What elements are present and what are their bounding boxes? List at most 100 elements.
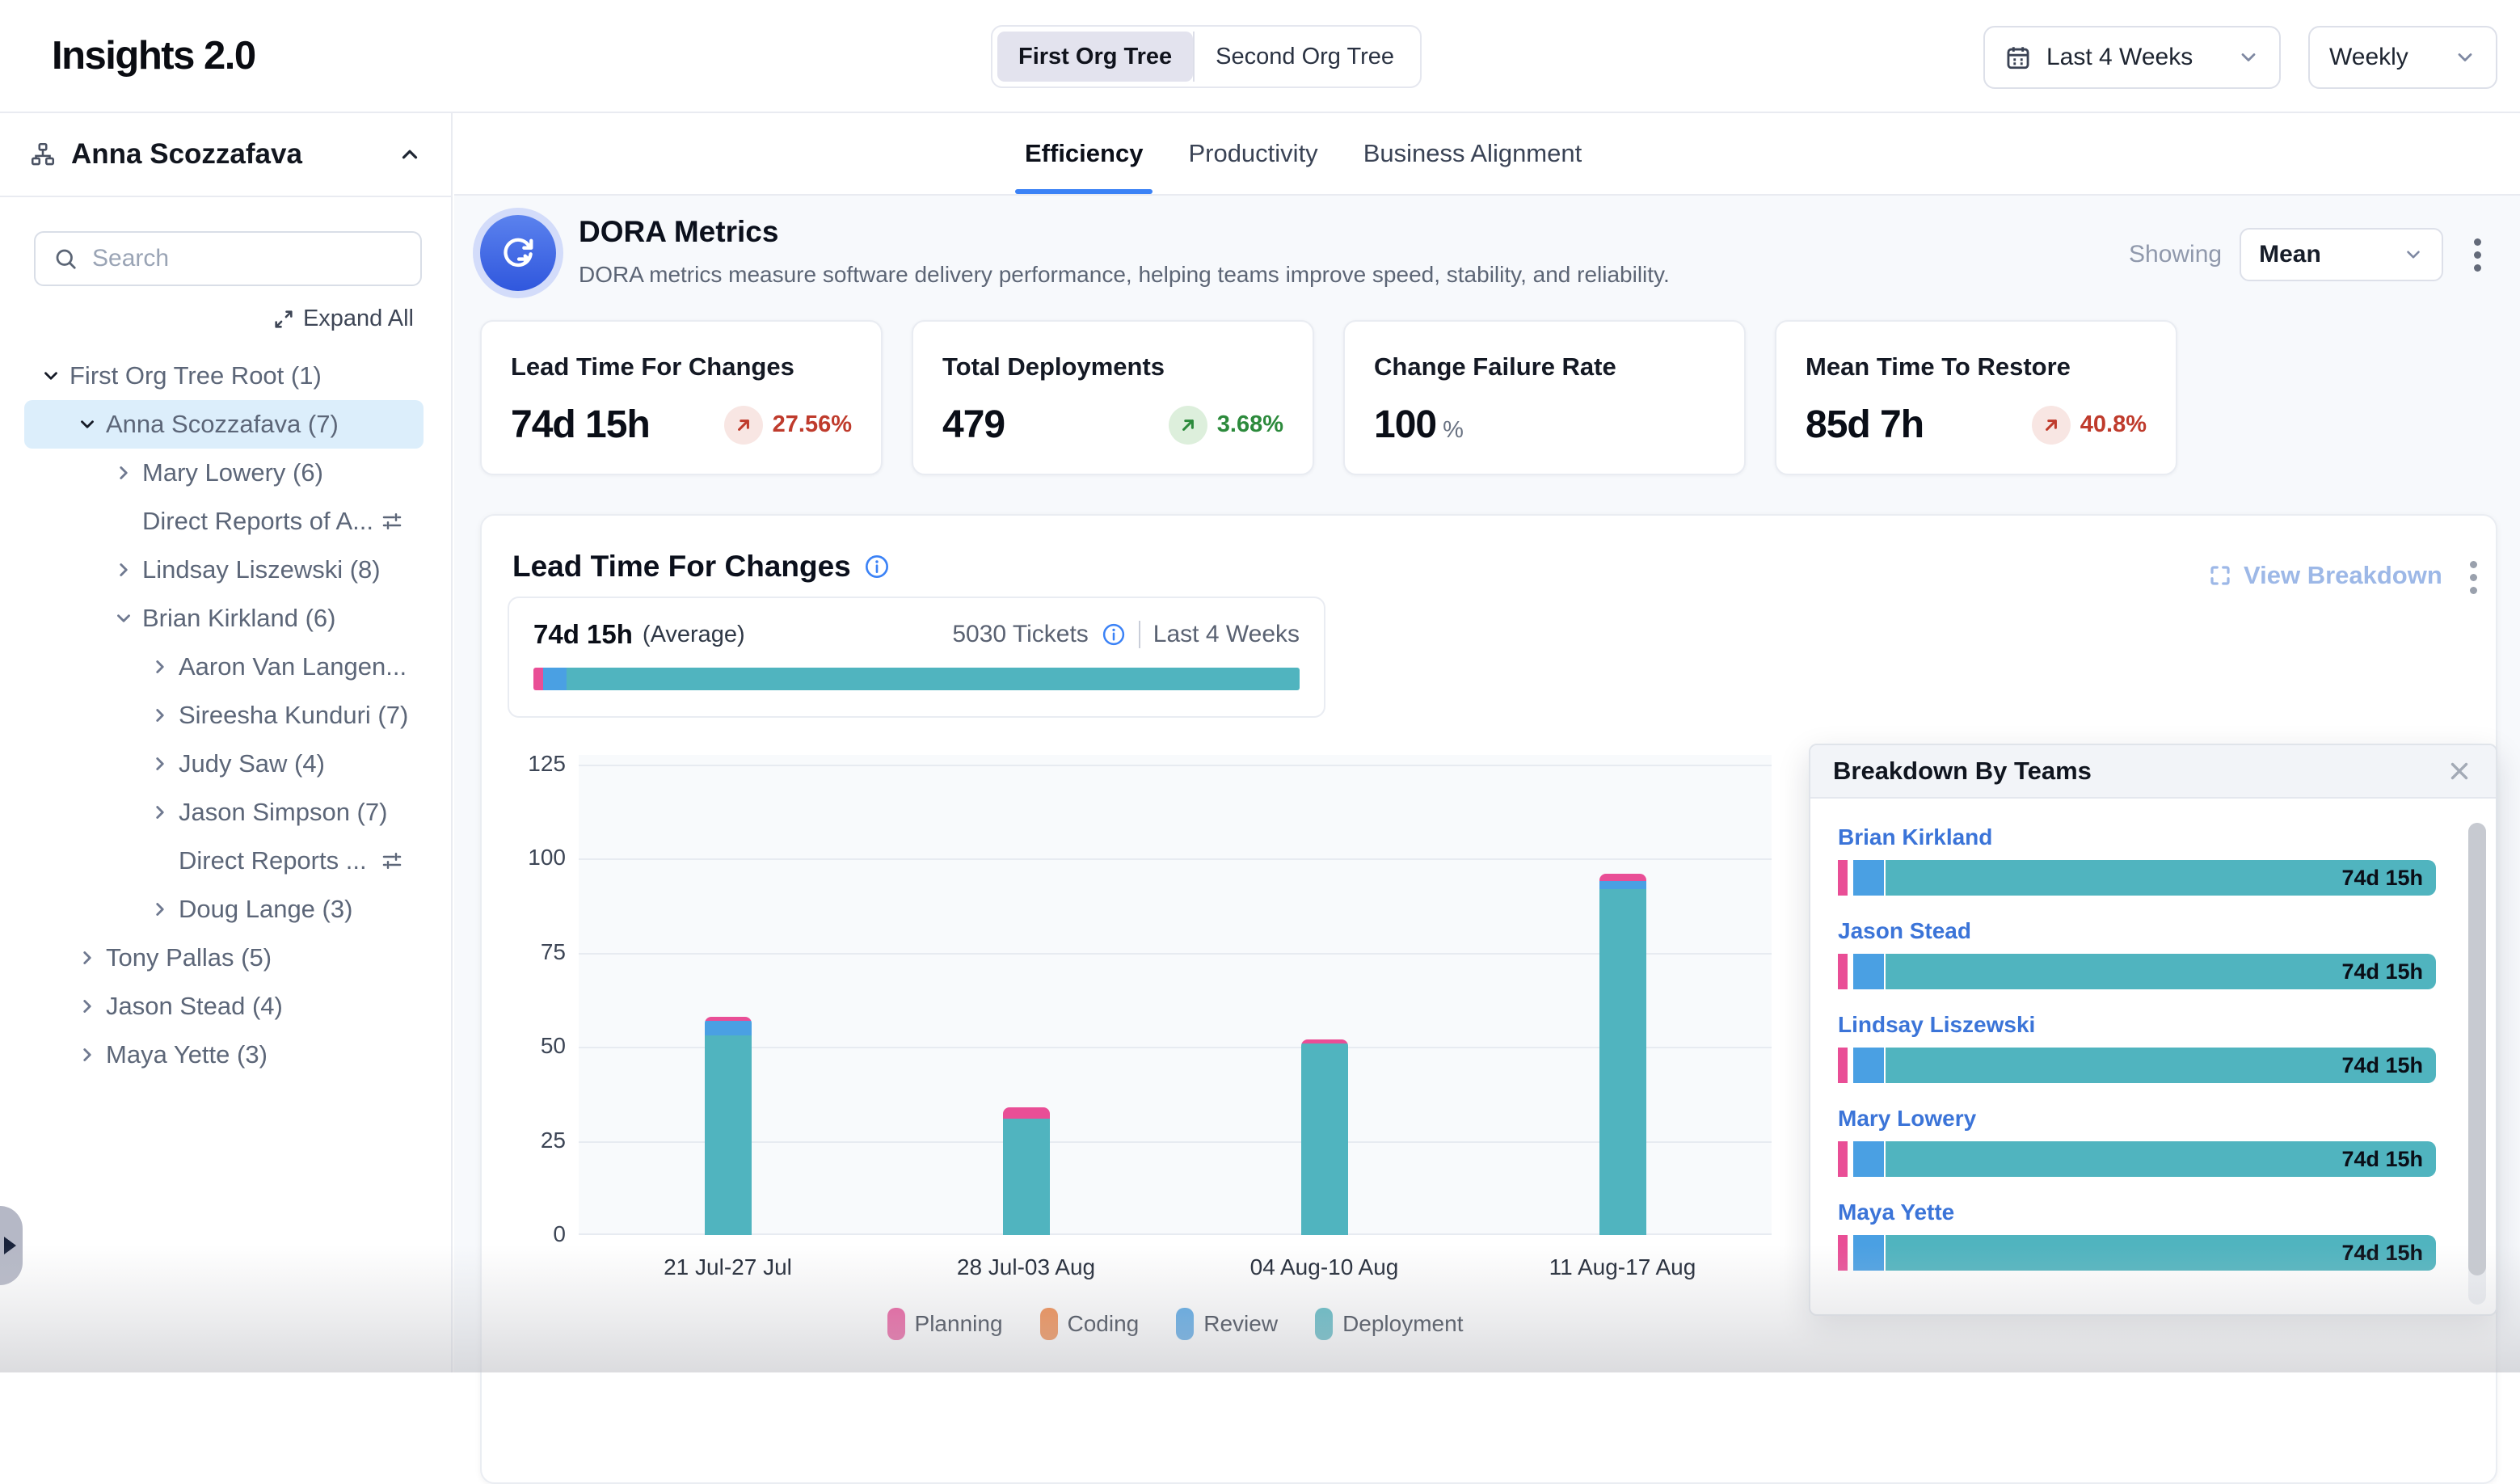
team-name-link[interactable]: Brian Kirkland <box>1838 824 1992 850</box>
tab-efficiency[interactable]: Efficiency <box>1025 113 1143 194</box>
bar-segment-deployment <box>1599 889 1646 1235</box>
sidebar-tree-item[interactable]: Brian Kirkland (6) <box>24 594 424 643</box>
info-icon[interactable] <box>1102 622 1126 647</box>
search-icon <box>53 247 78 271</box>
avg-bar-segment-review <box>543 668 566 690</box>
team-bar-segment-planning <box>1838 1235 1848 1271</box>
bar-segment-planning <box>1003 1107 1050 1119</box>
tree-item-label: Lindsay Liszewski (8) <box>142 555 381 584</box>
sidebar-tree-item[interactable]: Tony Pallas (5) <box>24 934 424 982</box>
tab-productivity[interactable]: Productivity <box>1188 113 1317 194</box>
team-bar-segment-review <box>1853 1048 1884 1083</box>
org-tree: First Org Tree Root (1) Anna Scozzafava (… <box>0 352 451 1079</box>
chevron-down-icon <box>113 608 134 629</box>
sidebar-tree-item[interactable]: First Org Tree Root (1) <box>24 352 424 400</box>
sidebar-tree-item[interactable]: Aaron Van Langen... <box>24 643 424 691</box>
bar-column[interactable] <box>1301 1039 1348 1235</box>
tickets-count: 5030 Tickets <box>952 621 1088 648</box>
sidebar-owner-row[interactable]: Anna Scozzafava <box>0 113 451 197</box>
chevron-right-icon <box>150 899 171 920</box>
aggregation-select[interactable]: Mean <box>2240 228 2443 281</box>
more-options-icon[interactable] <box>2467 232 2488 278</box>
chart-more-options-icon[interactable] <box>2463 554 2484 601</box>
gridline <box>579 1141 1772 1143</box>
sidebar-tree-item[interactable]: Lindsay Liszewski (8) <box>24 546 424 594</box>
x-axis-label: 04 Aug-10 Aug <box>1228 1254 1422 1280</box>
expand-all-button[interactable]: Expand All <box>0 306 414 332</box>
filter-icon[interactable] <box>380 849 404 873</box>
aggregation-value: Mean <box>2259 241 2321 268</box>
dora-cycle-icon <box>480 215 556 291</box>
team-name-link[interactable]: Mary Lowery <box>1838 1106 1976 1132</box>
team-name-link[interactable]: Lindsay Liszewski <box>1838 1012 2035 1038</box>
chevron-up-icon[interactable] <box>398 142 422 167</box>
metric-card-total-deployments: Total Deployments 479 3.68% <box>912 320 1314 475</box>
scrollbar-track[interactable] <box>2468 823 2486 1305</box>
metric-delta-badge: 3.68% <box>1169 406 1283 445</box>
divider <box>1139 621 1140 648</box>
calendar-icon <box>2004 44 2032 71</box>
expand-icon <box>272 308 295 331</box>
scrollbar-thumb[interactable] <box>2468 823 2486 1275</box>
tabs: Efficiency Productivity Business Alignme… <box>1025 113 1582 194</box>
tree-item-label: Mary Lowery (6) <box>142 458 323 487</box>
team-bar-value: 74d 15h <box>2341 1147 2423 1172</box>
tab-business-alignment[interactable]: Business Alignment <box>1363 113 1582 194</box>
team-stacked-bar: 74d 15h <box>1838 1048 2436 1083</box>
tree-indent-spacer <box>150 850 171 871</box>
showing-control: Showing Mean <box>2129 228 2488 281</box>
bar-segment-deployment <box>705 1035 752 1235</box>
metric-delta-badge: 27.56% <box>724 406 852 445</box>
org-tree-toggle: First Org Tree Second Org Tree <box>991 25 1422 88</box>
org-chart-icon <box>29 141 57 168</box>
sidebar-tree-item[interactable]: Maya Yette (3) <box>24 1031 424 1079</box>
sidebar-tree-item[interactable]: Jason Stead (4) <box>24 982 424 1031</box>
team-bar-segment-review <box>1853 1235 1884 1271</box>
sidebar-tree-item[interactable]: Sireesha Kunduri (7) <box>24 691 424 740</box>
expand-corners-icon <box>2208 563 2232 588</box>
team-bar-value: 74d 15h <box>2341 866 2423 891</box>
sidebar-tree-item[interactable]: Jason Simpson (7) <box>24 788 424 837</box>
bar-column[interactable] <box>1003 1107 1050 1235</box>
info-icon[interactable] <box>864 554 890 580</box>
view-breakdown-button[interactable]: View Breakdown <box>2208 561 2442 590</box>
team-bar-value: 74d 15h <box>2341 1241 2423 1266</box>
search-input[interactable] <box>92 245 404 272</box>
chevron-right-icon <box>113 462 134 483</box>
sidebar-tree-item[interactable]: Mary Lowery (6) <box>24 449 424 497</box>
tabs-bar: Efficiency Productivity Business Alignme… <box>454 113 2520 196</box>
bar-column[interactable] <box>705 1017 752 1235</box>
metric-card-change-failure-rate: Change Failure Rate 100 % <box>1343 320 1746 475</box>
tree-item-label: Aaron Van Langen... <box>179 652 407 681</box>
team-name-link[interactable]: Maya Yette <box>1838 1199 1954 1225</box>
sidebar-tree-item[interactable]: Anna Scozzafava (7) <box>24 400 424 449</box>
team-name-link[interactable]: Jason Stead <box>1838 918 1971 944</box>
y-axis-label: 50 <box>490 1033 566 1059</box>
granularity-select[interactable]: Weekly <box>2308 26 2497 89</box>
chart-legend: PlanningCodingReviewDeployment <box>579 1308 1772 1340</box>
tree-item-label: Direct Reports ... <box>179 846 367 875</box>
bar-segment-review <box>1599 881 1646 888</box>
team-bar-segment-review <box>1853 954 1884 989</box>
first-org-tree-toggle[interactable]: First Org Tree <box>997 32 1193 82</box>
legend-swatch <box>1315 1308 1333 1340</box>
metric-value: 479 <box>942 403 1005 447</box>
legend-swatch <box>887 1308 905 1340</box>
close-icon[interactable] <box>2446 757 2473 785</box>
sidebar-tree-item[interactable]: Doug Lange (3) <box>24 885 424 934</box>
sidebar-collapse-handle[interactable] <box>0 1206 23 1285</box>
sidebar-tree-item[interactable]: Judy Saw (4) <box>24 740 424 788</box>
team-bar-segment-planning <box>1838 1141 1848 1177</box>
filter-icon[interactable] <box>380 509 404 533</box>
team-bar-segment-deployment: 74d 15h <box>1886 1141 2436 1177</box>
bar-column[interactable] <box>1599 874 1646 1235</box>
breakdown-row: Maya Yette 74d 15h <box>1838 1199 2496 1271</box>
sidebar-tree-item[interactable]: Direct Reports ... <box>24 837 424 885</box>
legend-item: Review <box>1176 1308 1278 1340</box>
date-range-select[interactable]: Last 4 Weeks <box>1983 26 2281 89</box>
sidebar-tree-item[interactable]: Direct Reports of A... <box>24 497 424 546</box>
average-stacked-bar <box>533 668 1300 690</box>
dora-metric-cards: Lead Time For Changes 74d 15h 27.56% Tot… <box>480 320 2177 475</box>
second-org-tree-toggle[interactable]: Second Org Tree <box>1193 32 1415 82</box>
tree-item-label: First Org Tree Root (1) <box>70 361 322 390</box>
